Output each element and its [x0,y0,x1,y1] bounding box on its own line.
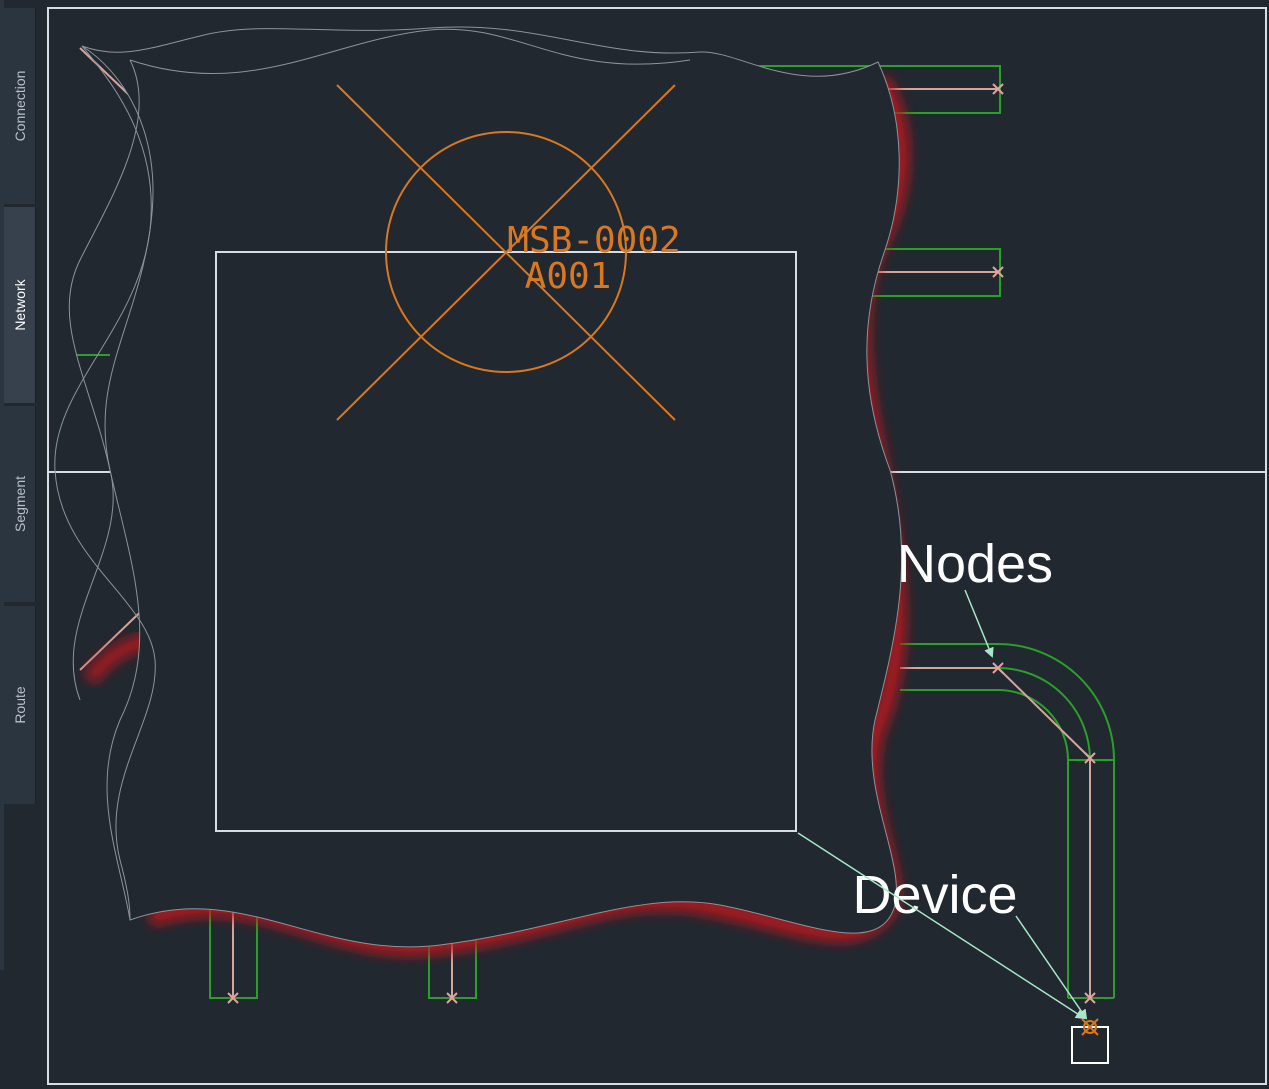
device-tag-id: A001 [525,256,612,297]
callout-nodes-label: Nodes [897,534,1053,594]
drawing-canvas[interactable]: MSB-0002 A001 Nodes Device [0,0,1269,1089]
raceway-elbow[interactable] [900,643,1115,999]
callout-device-label: Device [852,865,1017,925]
device-tag-name: MSB-0002 [507,220,680,261]
detail-overlay-panel [81,26,903,948]
device-marker[interactable] [1081,1018,1099,1036]
raceway-top-2[interactable] [869,248,1001,297]
